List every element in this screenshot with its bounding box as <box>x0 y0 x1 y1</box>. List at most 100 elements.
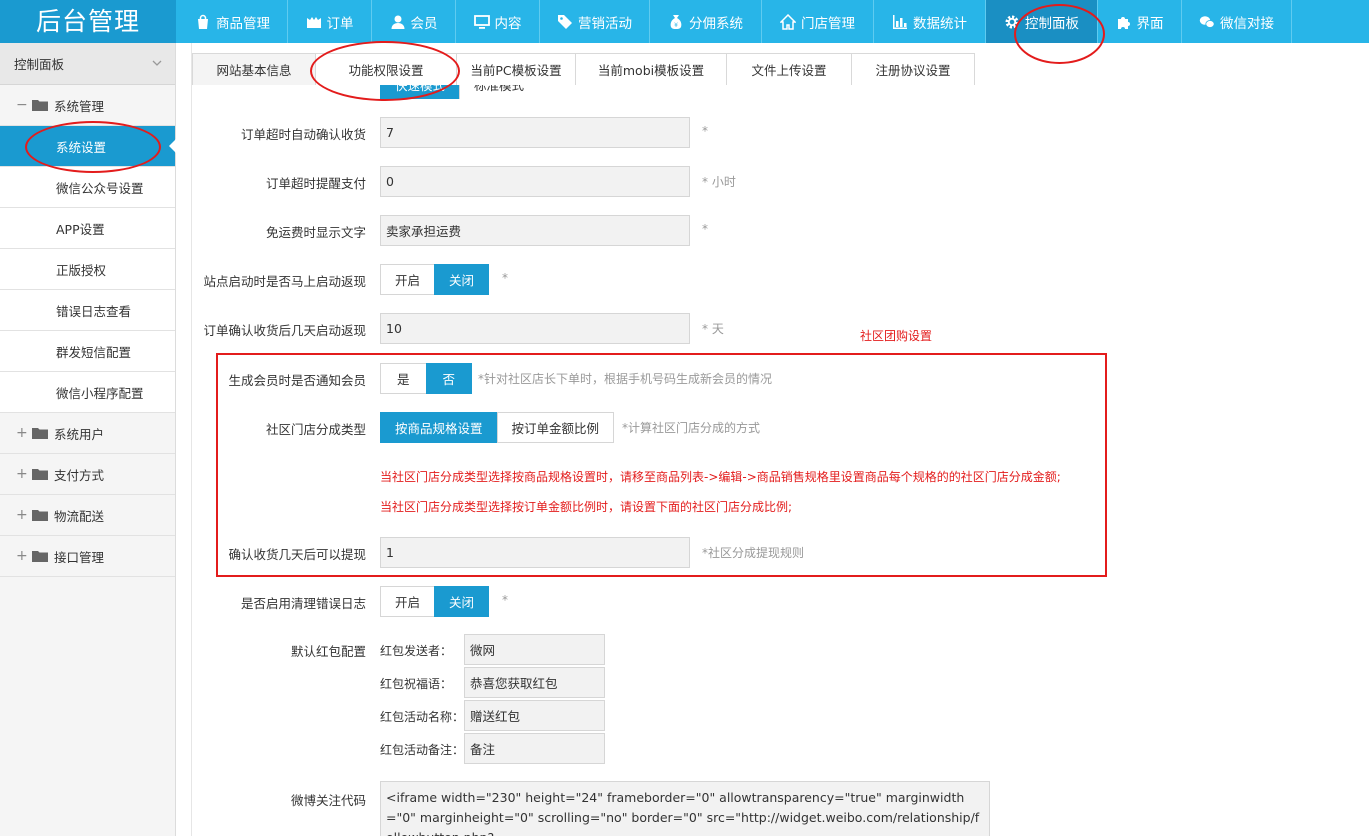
notify-member-no-button[interactable]: 否 <box>425 363 473 394</box>
nav-item-wechat[interactable]: 微信对接 <box>1182 0 1292 43</box>
sidebar-group-api[interactable]: + 接口管理 <box>0 536 175 577</box>
tab-mobi-template[interactable]: 当前mobi模板设置 <box>575 53 727 85</box>
sidebar-group-system[interactable]: − 系统管理 <box>0 85 175 126</box>
redpacket-sender-label: 红包发送者： <box>380 644 453 658</box>
order-icon <box>306 16 321 28</box>
puzzle-icon <box>1117 16 1130 29</box>
auto-confirm-input[interactable]: 7 <box>380 117 690 148</box>
nav-item-stores[interactable]: 门店管理 <box>762 0 874 43</box>
tab-register-agreement[interactable]: 注册协议设置 <box>851 53 975 85</box>
share-type-by-spec-button[interactable]: 按商品规格设置 <box>380 412 498 443</box>
standard-mode-button[interactable]: 标准模式 <box>459 85 539 99</box>
auto-confirm-label: 订单超时自动确认收货 <box>240 127 366 142</box>
nav-item-marketing[interactable]: 营销活动 <box>540 0 650 43</box>
sidebar-item-miniprogram[interactable]: 微信小程序配置 <box>0 372 175 413</box>
notify-member-yes-button[interactable]: 是 <box>380 363 427 394</box>
expand-toggle: + <box>16 548 28 564</box>
free-shipping-label: 免运费时显示文字 <box>265 225 366 240</box>
settings-tabs: 网站基本信息 功能权限设置 当前PC模板设置 当前mobi模板设置 文件上传设置… <box>192 53 975 85</box>
sidebar-item-sms[interactable]: 群发短信配置 <box>0 331 175 372</box>
redpacket-sender-input[interactable]: 微网 <box>464 634 605 665</box>
nav-item-control-panel[interactable]: 控制面板 <box>986 0 1098 43</box>
redpacket-wish-label: 红包祝福语： <box>380 677 453 691</box>
clear-log-off-button[interactable]: 关闭 <box>434 586 490 617</box>
sidebar-item-wechat-official[interactable]: 微信公众号设置 <box>0 167 175 208</box>
withdraw-days-label: 确认收货几天后可以提现 <box>228 547 366 562</box>
tab-pc-template[interactable]: 当前PC模板设置 <box>456 53 576 85</box>
nav-item-members[interactable]: 会员 <box>372 0 456 43</box>
rebate-start-off-button[interactable]: 关闭 <box>434 264 490 295</box>
clear-log-on-button[interactable]: 开启 <box>380 586 436 617</box>
tab-upload[interactable]: 文件上传设置 <box>726 53 852 85</box>
free-shipping-input[interactable]: 卖家承担运费 <box>380 215 690 246</box>
weibo-code-textarea[interactable]: <iframe width="230" height="24" framebor… <box>380 781 990 836</box>
share-type-note-spec: 当社区门店分成类型选择按商品规格设置时，请移至商品列表->编辑->商品销售规格里… <box>380 470 1061 484</box>
nav-item-orders[interactable]: 订单 <box>288 0 372 43</box>
share-type-toggle: 按商品规格设置 按订单金额比例 <box>380 412 615 443</box>
community-section-title: 社区团购设置 <box>860 329 933 343</box>
tab-site-basic[interactable]: 网站基本信息 <box>192 53 316 85</box>
sidebar-item-app-settings[interactable]: APP设置 <box>0 208 175 249</box>
sidebar-item-license[interactable]: 正版授权 <box>0 249 175 290</box>
bag-icon <box>198 14 208 29</box>
redpacket-name-label: 红包活动名称： <box>380 710 465 724</box>
rebate-start-toggle: 开启 关闭 <box>380 264 490 295</box>
expand-toggle: + <box>16 507 28 523</box>
nav-item-commission[interactable]: ¥ 分佣系统 <box>650 0 762 43</box>
folder-icon <box>32 100 48 111</box>
rebate-start-hint: * <box>502 271 508 285</box>
share-type-label: 社区门店分成类型 <box>265 422 366 437</box>
user-icon <box>391 15 404 29</box>
nav-item-interface[interactable]: 界面 <box>1098 0 1182 43</box>
fast-mode-button[interactable]: 快速模式 <box>380 85 461 99</box>
withdraw-days-input[interactable]: 1 <box>380 537 690 568</box>
pay-remind-hint: * 小时 <box>702 175 736 189</box>
sidebar: 控制面板 − 系统管理 系统设置 微信公众号设置 APP设置 正版授权 错误日志… <box>0 43 176 836</box>
redpacket-label: 默认红包配置 <box>290 644 366 659</box>
withdraw-days-hint: *社区分成提现规则 <box>702 546 805 560</box>
auto-confirm-hint: * <box>702 124 708 138</box>
sidebar-group-logistics[interactable]: + 物流配送 <box>0 495 175 536</box>
notify-member-toggle: 是 否 <box>380 363 473 394</box>
folder-icon <box>32 510 48 521</box>
top-bar: 后台管理 商品管理 订单 会员 内容 营销活动 ¥ 分佣系统 门店管理 数据统计… <box>0 0 1369 43</box>
notify-member-label: 生成会员时是否通知会员 <box>228 373 366 388</box>
rebate-days-label: 订单确认收货后几天启动返现 <box>203 323 366 338</box>
clear-log-toggle: 开启 关闭 <box>380 586 490 617</box>
chevron-down-icon <box>152 60 162 66</box>
rebate-start-label: 站点启动时是否马上启动返现 <box>203 274 366 289</box>
redpacket-remark-input[interactable]: 备注 <box>464 733 605 764</box>
redpacket-remark-label: 红包活动备注： <box>380 743 465 757</box>
bar-chart-icon <box>893 14 907 29</box>
rebate-days-input[interactable]: 10 <box>380 313 690 344</box>
sidebar-group-payment[interactable]: + 支付方式 <box>0 454 175 495</box>
clear-log-hint: * <box>502 593 508 607</box>
tab-permissions[interactable]: 功能权限设置 <box>315 53 457 85</box>
nav-item-statistics[interactable]: 数据统计 <box>874 0 986 43</box>
sidebar-group-users[interactable]: + 系统用户 <box>0 413 175 454</box>
mode-toggle: 快速模式 标准模式 <box>380 85 539 99</box>
folder-icon <box>32 469 48 480</box>
nav-item-goods[interactable]: 商品管理 <box>178 0 288 43</box>
app-title: 后台管理 <box>0 0 176 43</box>
free-shipping-hint: * <box>702 222 708 236</box>
svg-text:¥: ¥ <box>674 22 678 29</box>
sidebar-item-system-settings[interactable]: 系统设置 <box>0 126 176 167</box>
nav-item-content[interactable]: 内容 <box>456 0 540 43</box>
main-nav: 商品管理 订单 会员 内容 营销活动 ¥ 分佣系统 门店管理 数据统计 控制面板… <box>178 0 1292 43</box>
share-type-hint: *计算社区门店分成的方式 <box>622 421 761 435</box>
rebate-days-hint: * 天 <box>702 322 724 336</box>
main-content: 网站基本信息 功能权限设置 当前PC模板设置 当前mobi模板设置 文件上传设置… <box>191 43 1369 836</box>
pay-remind-input[interactable]: 0 <box>380 166 690 197</box>
notify-member-hint: *针对社区店长下单时，根据手机号码生成新会员的情况 <box>478 372 773 386</box>
share-type-by-amount-button[interactable]: 按订单金额比例 <box>496 412 615 443</box>
sidebar-header[interactable]: 控制面板 <box>0 43 175 85</box>
sidebar-item-error-log[interactable]: 错误日志查看 <box>0 290 175 331</box>
redpacket-name-input[interactable]: 赠送红包 <box>464 700 605 731</box>
weibo-code-label: 微博关注代码 <box>290 793 366 808</box>
gear-icon <box>1005 15 1019 28</box>
collapse-toggle: − <box>16 97 28 113</box>
rebate-start-on-button[interactable]: 开启 <box>380 264 436 295</box>
clipped-mode-row: 快速模式 标准模式 <box>380 85 539 99</box>
redpacket-wish-input[interactable]: 恭喜您获取红包 <box>464 667 605 698</box>
